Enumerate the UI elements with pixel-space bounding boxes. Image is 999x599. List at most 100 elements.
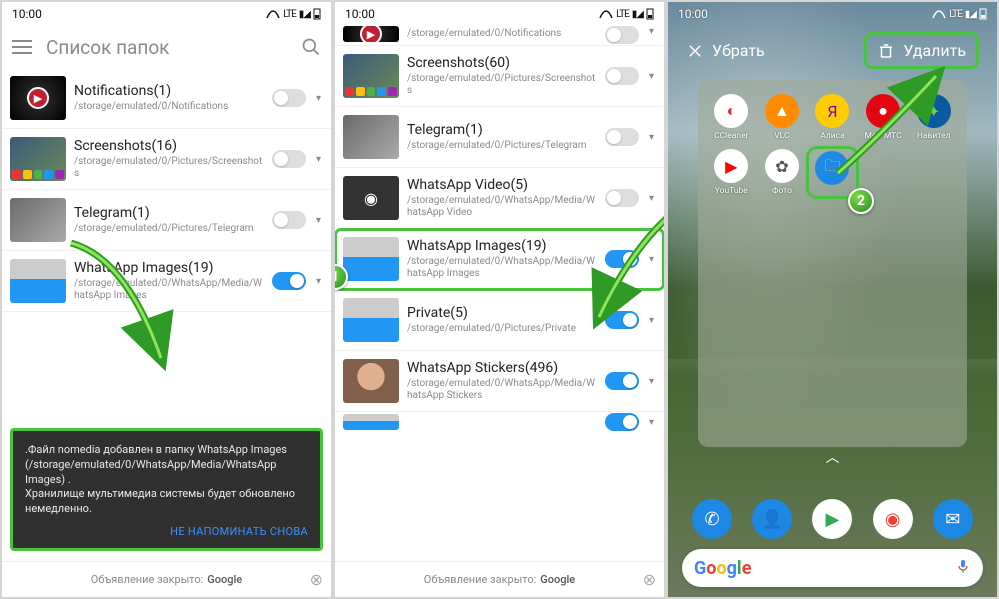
folder-toggle[interactable] (605, 128, 639, 146)
folder-row[interactable]: Screenshots(16) /storage/emulated/0/Pict… (2, 129, 331, 190)
dock-chrome[interactable]: ◉ (873, 499, 913, 539)
folder-name: Telegram(1) (74, 205, 264, 221)
folder-toggle[interactable] (272, 150, 306, 168)
dock-phone[interactable]: ✆ (692, 499, 732, 539)
chevron-down-icon[interactable]: ▾ (314, 154, 323, 165)
app-icon-алиса[interactable]: Я Алиса (809, 94, 856, 141)
status-time: 10:00 (12, 7, 42, 21)
folder-row[interactable]: WhatsApp Stickers(496) /storage/emulated… (335, 351, 664, 412)
chevron-down-icon[interactable]: ▾ (647, 193, 656, 204)
mic-icon[interactable] (955, 558, 971, 578)
chevron-down-icon[interactable]: ▾ (647, 26, 656, 37)
folder-toggle[interactable] (605, 67, 639, 85)
app-glyph: ▶ (714, 149, 748, 183)
dock-play[interactable]: ▶ (812, 499, 852, 539)
step-badge-2: 2 (848, 188, 874, 214)
folder-name: WhatsApp Images(19) (407, 238, 597, 254)
app-icon-ccleaner[interactable]: ◐ CCleaner (708, 94, 755, 141)
folder-toggle[interactable] (605, 26, 639, 44)
folder-toggle[interactable] (605, 189, 639, 207)
app-glyph: ● (866, 94, 900, 128)
chevron-down-icon[interactable]: ▾ (314, 215, 323, 226)
folder-toggle[interactable] (605, 372, 639, 390)
folder-path: /storage/emulated/0/Pictures/Screenshots (74, 156, 264, 180)
panel-home-screen: 10:00 LTE ▮◢ Убрать Удалить ◐ CCleaner ▲ (666, 0, 999, 599)
ad-close-icon[interactable]: ⊗ (310, 570, 323, 589)
folder-toggle[interactable] (605, 413, 639, 431)
dock-contacts[interactable]: 👤 (752, 499, 792, 539)
trash-icon (877, 42, 895, 60)
folder-row[interactable]: ▾ (335, 412, 664, 432)
folder-thumb (10, 137, 66, 181)
folder-row[interactable]: ◉ WhatsApp Video(5) /storage/emulated/0/… (335, 168, 664, 229)
folder-path: /storage/emulated/0/WhatsApp/Media/Whats… (407, 195, 597, 219)
chevron-down-icon[interactable]: ▾ (647, 417, 656, 428)
app-icon-фото[interactable]: ✿ Фото (759, 149, 806, 196)
chevron-down-icon[interactable]: ▾ (314, 93, 323, 104)
folder-thumb (343, 54, 399, 98)
status-bar: 10:00 LTE ▮◢ (335, 2, 664, 26)
folder-path: /storage/emulated/0/Notifications (74, 101, 264, 113)
app-icon-youtube[interactable]: ▶ YouTube (708, 149, 755, 196)
folder-row[interactable]: Screenshots(60) /storage/emulated/0/Pict… (335, 46, 664, 107)
folder-name: WhatsApp Images(19) (74, 260, 264, 276)
page-title: Список папок (46, 36, 287, 59)
folder-toggle[interactable] (272, 89, 306, 107)
dock-messages[interactable]: ✉ (933, 499, 973, 539)
search-icon[interactable] (301, 37, 321, 57)
google-logo: Google (694, 558, 751, 579)
app-icon-навител[interactable]: ✦ Навител (910, 94, 957, 141)
folder-thumb (343, 359, 399, 403)
chevron-down-icon[interactable]: ▾ (647, 254, 656, 265)
chevron-down-icon[interactable]: ▾ (647, 71, 656, 82)
folder-path: /storage/emulated/0/WhatsApp/Media/Whats… (407, 378, 597, 402)
ad-footer: Объявление закрыто: Google ⊗ (2, 561, 331, 597)
folder-row[interactable]: Private(5) /storage/emulated/0/Pictures/… (335, 290, 664, 351)
chevron-down-icon[interactable]: ▾ (314, 276, 323, 287)
folder-path: /storage/emulated/0/WhatsApp/Media/Whats… (407, 256, 597, 280)
app-glyph: ✦ (917, 94, 951, 128)
chevron-down-icon[interactable]: ▾ (647, 315, 656, 326)
folder-thumb (343, 237, 399, 281)
google-search-bar[interactable]: Google (682, 549, 983, 587)
app-label: Мой МТС (865, 131, 902, 141)
status-icons: LTE ▮◢ (266, 8, 321, 20)
toolbar: Список папок (2, 26, 331, 68)
app-label: VLC (774, 131, 789, 141)
folder-toggle[interactable] (605, 250, 639, 268)
folder-row[interactable]: Telegram(1) /storage/emulated/0/Pictures… (335, 107, 664, 168)
toast-dont-remind[interactable]: НЕ НАПОМИНАТЬ СНОВА (25, 525, 308, 540)
app-icon-vlc[interactable]: ▲ VLC (759, 94, 806, 141)
folder-list: ▶ /storage/emulated/0/Notifications ▾ Sc… (335, 26, 664, 432)
app-folder-drawer[interactable]: ◐ CCleaner ▲ VLC Я Алиса ● Мой МТС ✦ Нав… (698, 80, 967, 447)
folder-row[interactable]: ▶ Notifications(1) /storage/emulated/0/N… (2, 68, 331, 129)
app-label: Алиса (820, 131, 845, 141)
folder-name: Telegram(1) (407, 122, 597, 138)
app-icon-files[interactable]: 🗀 (809, 149, 856, 196)
chevron-down-icon[interactable]: ▾ (647, 132, 656, 143)
folder-thumb (343, 414, 399, 430)
app-label: Навител (917, 131, 951, 141)
delete-action[interactable]: Удалить (864, 32, 979, 69)
menu-icon[interactable] (12, 37, 32, 57)
folder-row[interactable]: WhatsApp Images(19) /storage/emulated/0/… (335, 229, 664, 290)
folder-thumb: ◉ (343, 176, 399, 220)
remove-action[interactable]: Убрать (686, 41, 765, 60)
folder-name: Notifications(1) (74, 83, 264, 99)
folder-toggle[interactable] (605, 311, 639, 329)
folder-row[interactable]: Telegram(1) /storage/emulated/0/Pictures… (2, 190, 331, 251)
folder-toggle[interactable] (272, 211, 306, 229)
folder-name: WhatsApp Stickers(496) (407, 360, 597, 376)
folder-row[interactable]: WhatsApp Images(19) /storage/emulated/0/… (2, 251, 331, 312)
folder-name: WhatsApp Video(5) (407, 177, 597, 193)
folder-thumb: ▶ (343, 26, 399, 42)
folder-toggle[interactable] (272, 272, 306, 290)
dock: ✆ 👤 ▶ ◉ ✉ (682, 499, 983, 539)
folder-name: Screenshots(16) (74, 138, 264, 154)
drawer-handle-icon[interactable]: ︿ (668, 447, 997, 467)
nomedia-toast: .Файл nomedia добавлен в папку WhatsApp … (10, 428, 323, 551)
chevron-down-icon[interactable]: ▾ (647, 376, 656, 387)
folder-row[interactable]: ▶ /storage/emulated/0/Notifications ▾ (335, 26, 664, 46)
ad-close-icon[interactable]: ⊗ (643, 570, 656, 589)
app-icon-мой мтс[interactable]: ● Мой МТС (860, 94, 907, 141)
